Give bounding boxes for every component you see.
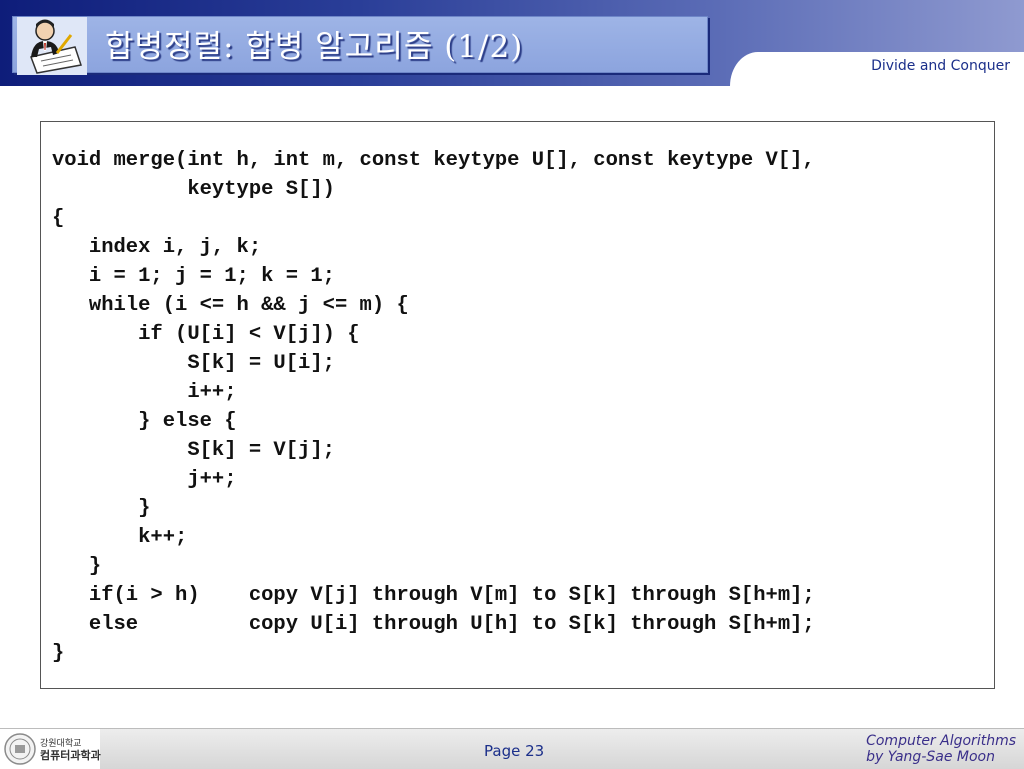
- title-box: 합병정렬: 합병 알고리즘 (1/2): [12, 16, 708, 75]
- code-line: if(i > h) copy V[j] through V[m] to S[k]…: [52, 584, 815, 607]
- code-line: i++;: [52, 381, 237, 404]
- footer-bar: 강원대학교 컴퓨터과학과 Page 23 Computer Algorithms…: [0, 728, 1024, 769]
- code-line: k++;: [52, 526, 188, 549]
- code-line: while (i <= h && j <= m) {: [52, 294, 409, 317]
- department-name: 강원대학교 컴퓨터과학과: [40, 738, 101, 762]
- header-band: 합병정렬: 합병 알고리즘 (1/2) Divide and Conquer: [0, 0, 1024, 86]
- code-line: j++;: [52, 468, 237, 491]
- code-line: if (U[i] < V[j]) {: [52, 323, 360, 346]
- code-line: } else {: [52, 410, 237, 433]
- page-title: 합병정렬: 합병 알고리즘 (1/2): [105, 29, 524, 65]
- course-credit: Computer Algorithms by Yang-Sae Moon: [866, 733, 1016, 765]
- code-line: void merge(int h, int m, const keytype U…: [52, 149, 815, 172]
- code-line: S[k] = U[i];: [52, 352, 335, 375]
- code-line: keytype S[]): [52, 178, 335, 201]
- page-number: Page 23: [484, 742, 545, 760]
- footer-logo-area: 강원대학교 컴퓨터과학과: [0, 729, 101, 769]
- code-line: }: [52, 497, 151, 520]
- code-line: i = 1; j = 1; k = 1;: [52, 265, 335, 288]
- university-seal-icon: [4, 733, 36, 765]
- code-panel: void merge(int h, int m, const keytype U…: [40, 121, 995, 689]
- code-line: else copy U[i] through U[h] to S[k] thro…: [52, 613, 815, 636]
- code-line: }: [52, 555, 102, 578]
- section-tab-label: Divide and Conquer: [871, 58, 1010, 74]
- course-title: Computer Algorithms: [866, 733, 1016, 749]
- code-line: index i, j, k;: [52, 236, 262, 259]
- code-line: }: [52, 642, 65, 665]
- code-listing: void merge(int h, int m, const keytype U…: [52, 146, 815, 668]
- code-line: S[k] = V[j];: [52, 439, 335, 462]
- professor-with-pen-icon: [17, 17, 87, 75]
- department-label: 컴퓨터과학과: [40, 749, 101, 762]
- course-author: by Yang-Sae Moon: [866, 749, 995, 765]
- code-line: {: [52, 207, 65, 230]
